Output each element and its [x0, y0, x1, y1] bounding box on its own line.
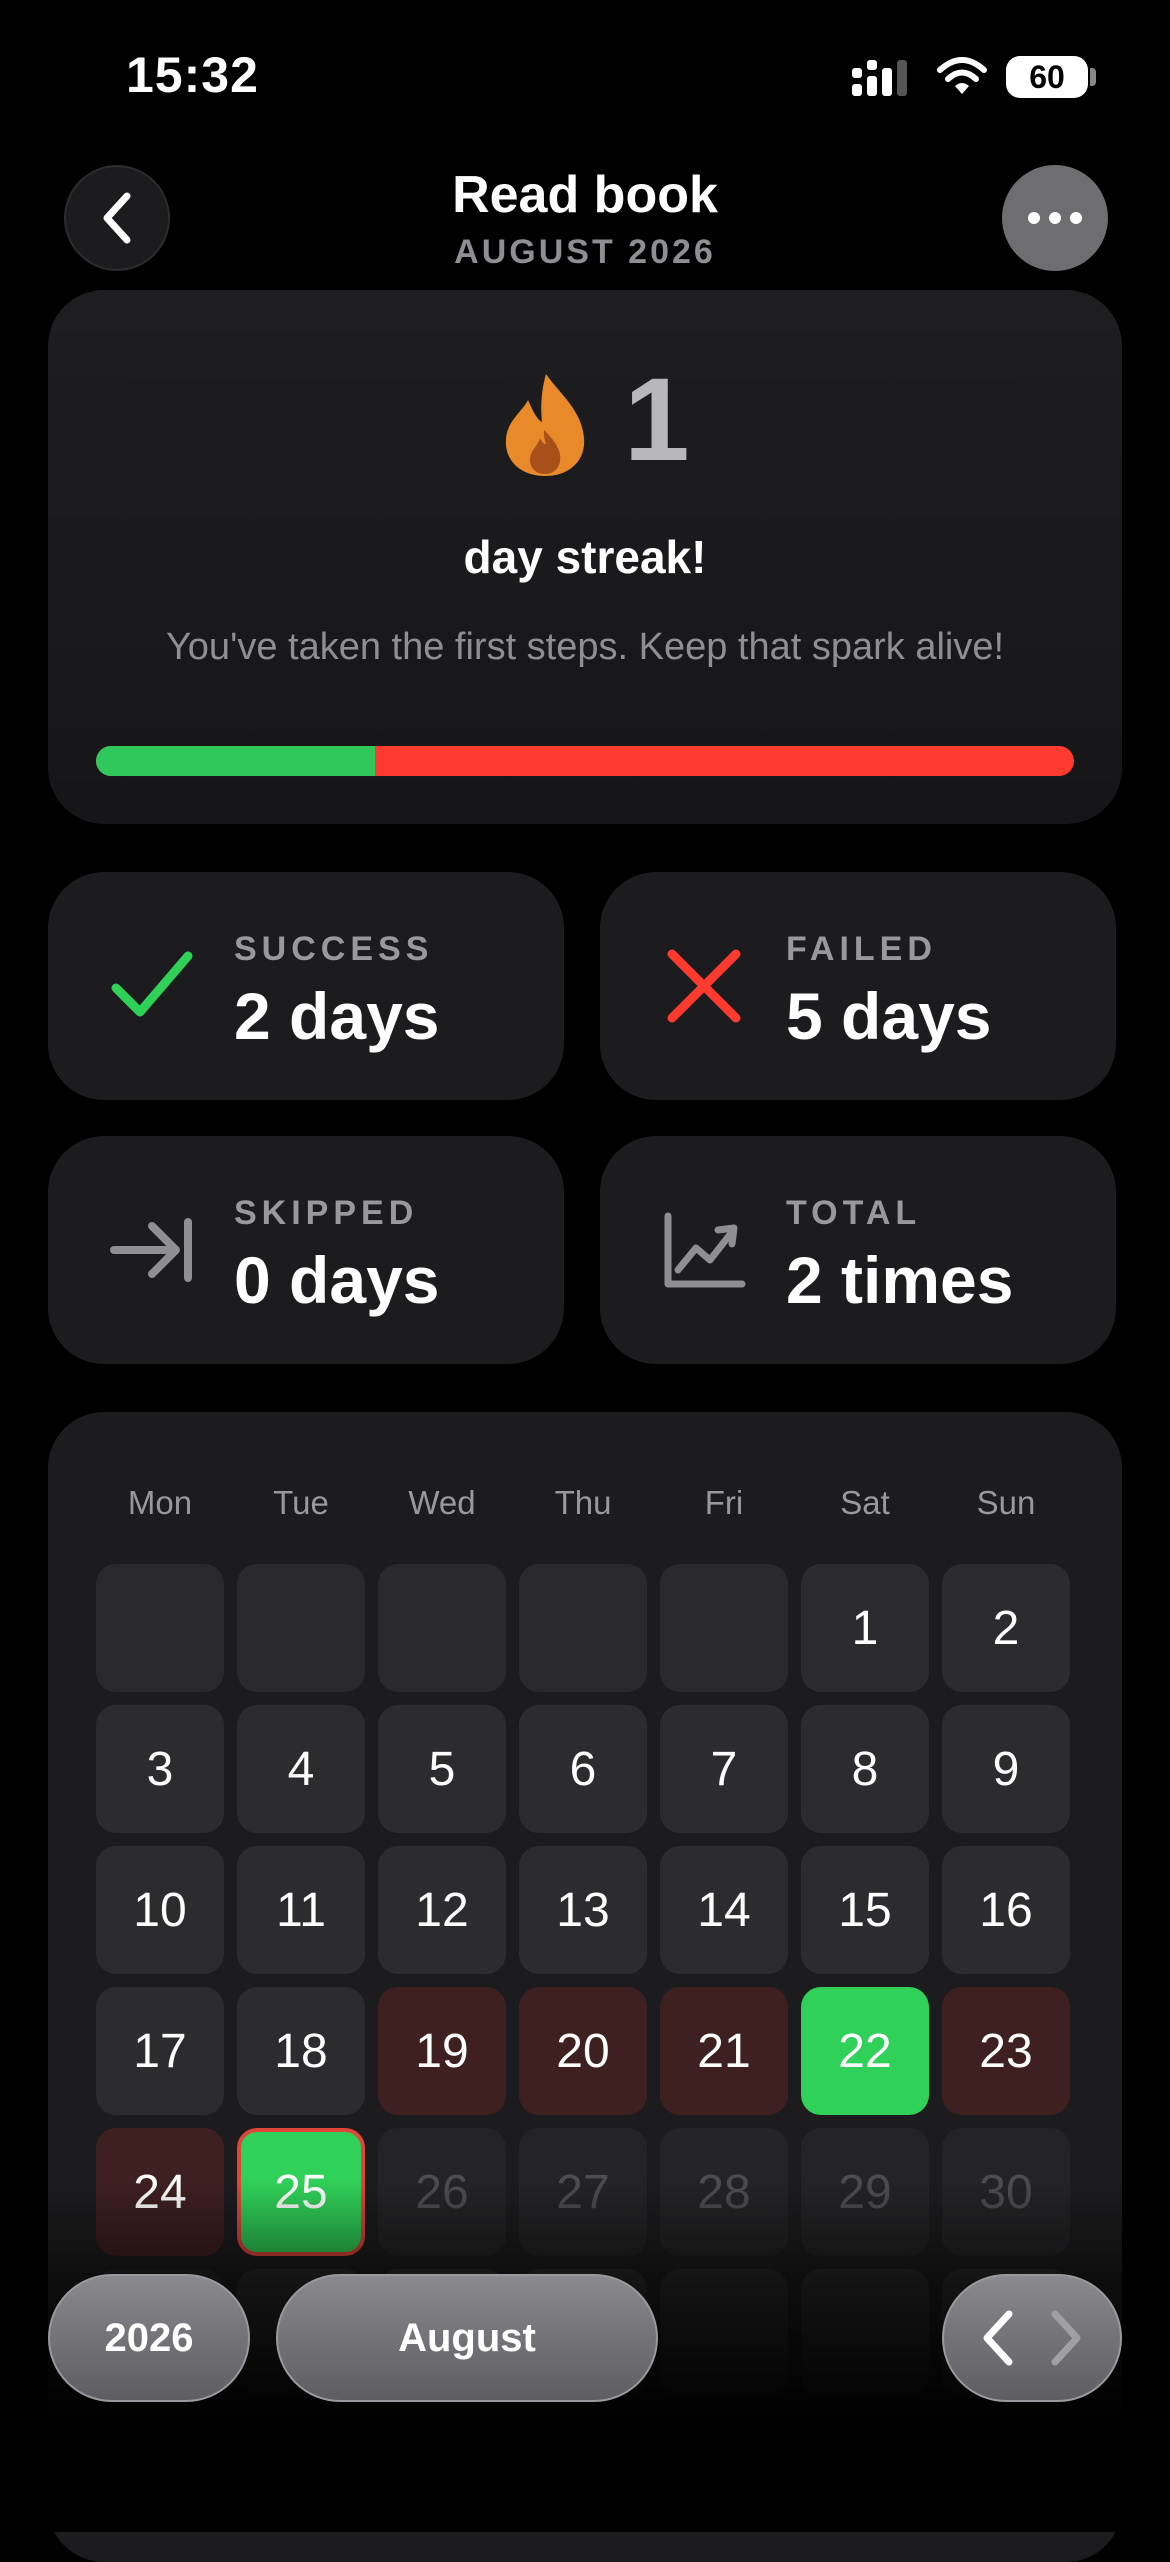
stat-card-skipped: SKIPPED 0 days — [48, 1136, 564, 1364]
calendar-day[interactable]: 21 — [660, 1987, 788, 2115]
x-icon — [667, 949, 741, 1023]
calendar-empty-cell — [660, 1564, 788, 1692]
weekday-label: Mon — [127, 1484, 193, 1521]
battery-indicator: 60 — [1006, 56, 1088, 98]
calendar-day[interactable]: 12 — [378, 1846, 506, 1974]
calendar-day[interactable]: 23 — [942, 1987, 1070, 2115]
progress-fill — [96, 746, 376, 776]
streak-label: day streak! — [463, 531, 707, 583]
stat-label: SKIPPED — [234, 1194, 419, 1232]
calendar-day[interactable]: 18 — [237, 1987, 365, 2115]
streak-progress-bar — [96, 746, 1074, 776]
calendar-day[interactable]: 3 — [96, 1705, 224, 1833]
calendar-day[interactable]: 17 — [96, 1987, 224, 2115]
stat-card-failed: FAILED 5 days — [600, 872, 1116, 1100]
calendar-day[interactable]: 10 — [96, 1846, 224, 1974]
month-navigation — [942, 2274, 1122, 2402]
weekday-label: Thu — [554, 1484, 612, 1521]
calendar-empty-cell — [378, 1564, 506, 1692]
calendar-empty-cell — [519, 1564, 647, 1692]
ellipsis-icon — [1028, 212, 1082, 224]
stat-value: 0 days — [234, 1243, 440, 1317]
calendar-day[interactable]: 9 — [942, 1705, 1070, 1833]
calendar-day[interactable]: 16 — [942, 1846, 1070, 1974]
status-time: 15:32 — [126, 47, 259, 103]
previous-month-button[interactable] — [977, 2308, 1021, 2368]
stat-value: 2 days — [234, 979, 440, 1053]
calendar-day[interactable]: 4 — [237, 1705, 365, 1833]
weekday-label: Wed — [408, 1484, 476, 1521]
weekday-label: Sun — [976, 1484, 1036, 1521]
battery-tip — [1090, 68, 1096, 86]
calendar-day[interactable]: 1 — [801, 1564, 929, 1692]
calendar-day[interactable]: 11 — [237, 1846, 365, 1974]
calendar-day[interactable]: 20 — [519, 1987, 647, 2115]
calendar-day[interactable]: 22 — [801, 1987, 929, 2115]
calendar-day[interactable]: 15 — [801, 1846, 929, 1974]
next-month-button[interactable] — [1043, 2308, 1087, 2368]
weekday-label: Fri — [704, 1484, 744, 1521]
stat-value: 2 times — [786, 1243, 1014, 1317]
wifi-icon — [937, 57, 987, 94]
calendar-day[interactable]: 7 — [660, 1705, 788, 1833]
more-button[interactable] — [1002, 165, 1108, 271]
check-icon — [111, 951, 193, 1017]
streak-count: 1 — [624, 354, 690, 486]
skip-arrow-icon — [110, 1218, 192, 1282]
weekday-label: Tue — [273, 1484, 329, 1521]
calendar-day[interactable]: 2 — [942, 1564, 1070, 1692]
stat-value: 5 days — [786, 979, 992, 1053]
calendar-empty-cell — [237, 1564, 365, 1692]
calendar-day[interactable]: 5 — [378, 1705, 506, 1833]
weekday-label: Sat — [840, 1484, 890, 1521]
page-title: Read book — [452, 166, 718, 224]
stat-card-success: SUCCESS 2 days — [48, 872, 564, 1100]
stat-label: TOTAL — [786, 1194, 922, 1232]
page-subtitle: AUGUST 2026 — [454, 233, 716, 271]
streak-message: You've taken the first steps. Keep that … — [165, 626, 1005, 668]
stat-label: FAILED — [786, 930, 937, 968]
calendar-day[interactable]: 6 — [519, 1705, 647, 1833]
calendar-day[interactable]: 19 — [378, 1987, 506, 2115]
stat-label: SUCCESS — [234, 930, 434, 968]
calendar-day[interactable]: 13 — [519, 1846, 647, 1974]
month-selector-button[interactable]: August — [276, 2274, 658, 2402]
stat-card-total: TOTAL 2 times — [600, 1136, 1116, 1364]
calendar-day[interactable]: 14 — [660, 1846, 788, 1974]
calendar-day[interactable]: 8 — [801, 1705, 929, 1833]
chart-trend-icon — [664, 1212, 746, 1288]
year-selector-button[interactable]: 2026 — [48, 2274, 250, 2402]
flame-icon — [505, 374, 585, 476]
calendar-empty-cell — [96, 1564, 224, 1692]
cellular-signal-icon — [852, 60, 907, 96]
